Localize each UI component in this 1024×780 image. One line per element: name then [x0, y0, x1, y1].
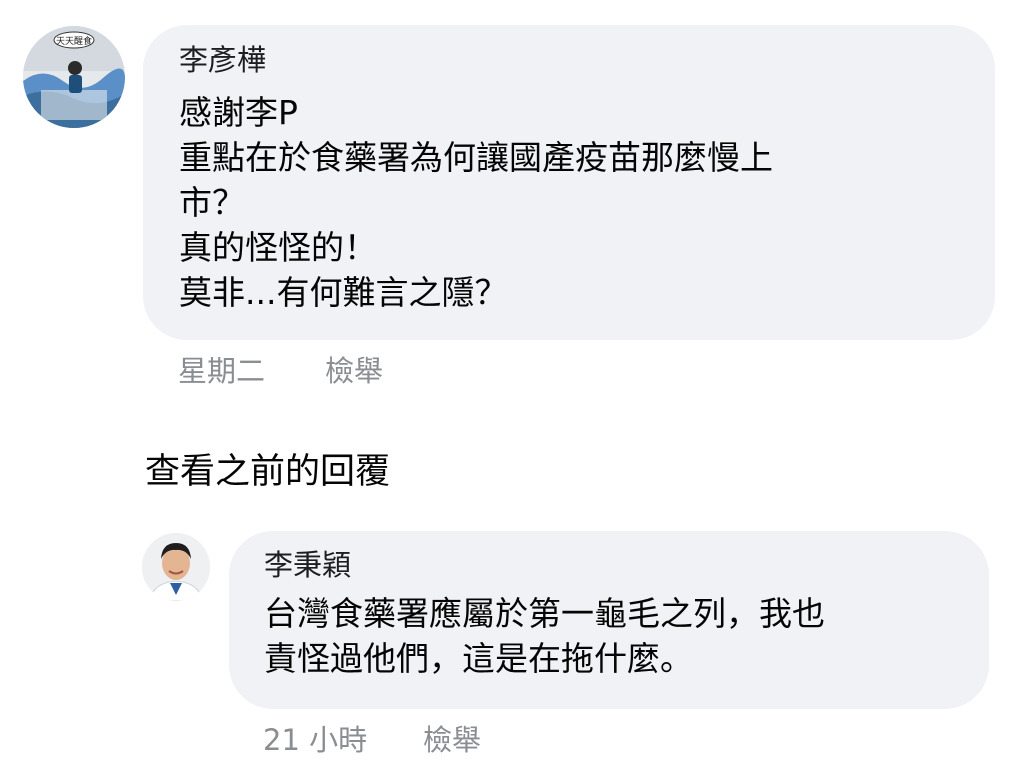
view-previous-replies-link[interactable]: 查看之前的回覆: [145, 449, 390, 495]
reply-body: 台灣食藥署應屬於第一龜毛之列，我也 責怪過他們，這是在拖什麼。: [264, 591, 989, 681]
comment-line: 市？: [179, 183, 245, 222]
replier-avatar[interactable]: [142, 533, 210, 601]
replier-avatar-image: [142, 533, 210, 601]
reply-line: 台灣食藥署應屬於第一龜毛之列，我也: [264, 594, 825, 633]
reply-author-name[interactable]: 李秉穎: [264, 545, 989, 585]
reply-bubble[interactable]: 李秉穎 台灣食藥署應屬於第一龜毛之列，我也 責怪過他們，這是在拖什麼。: [229, 531, 989, 709]
comment-bubble[interactable]: 李彥樺 感謝李P 重點在於食藥署為何讓國產疫苗那麼慢上 市？ 真的怪怪的！ 莫非…: [143, 25, 995, 340]
reply-timestamp[interactable]: 21 小時: [263, 720, 367, 760]
comment-body: 感謝李P 重點在於食藥署為何讓國產疫苗那麼慢上 市？ 真的怪怪的！ 莫非...有…: [179, 90, 995, 315]
comment-line: 重點在於食藥署為何讓國產疫苗那麼慢上: [179, 138, 773, 177]
comment-report-link[interactable]: 檢舉: [325, 351, 383, 391]
reply-meta: 21 小時 檢舉: [263, 720, 663, 760]
comment-line: 感謝李P: [179, 93, 298, 132]
commenter-avatar[interactable]: 天天醒食: [23, 26, 125, 128]
comment-author-name[interactable]: 李彥樺: [179, 40, 995, 80]
reply-report-link[interactable]: 檢舉: [423, 720, 481, 760]
reply-line: 責怪過他們，這是在拖什麼。: [264, 639, 693, 678]
comment-line: 莫非...有何難言之隱？: [179, 273, 508, 312]
comment-timestamp[interactable]: 星期二: [178, 351, 265, 391]
comment-line: 真的怪怪的！: [179, 228, 377, 267]
avatar-caption: 天天醒食: [56, 37, 93, 47]
comment-meta: 星期二 檢舉: [178, 351, 578, 391]
